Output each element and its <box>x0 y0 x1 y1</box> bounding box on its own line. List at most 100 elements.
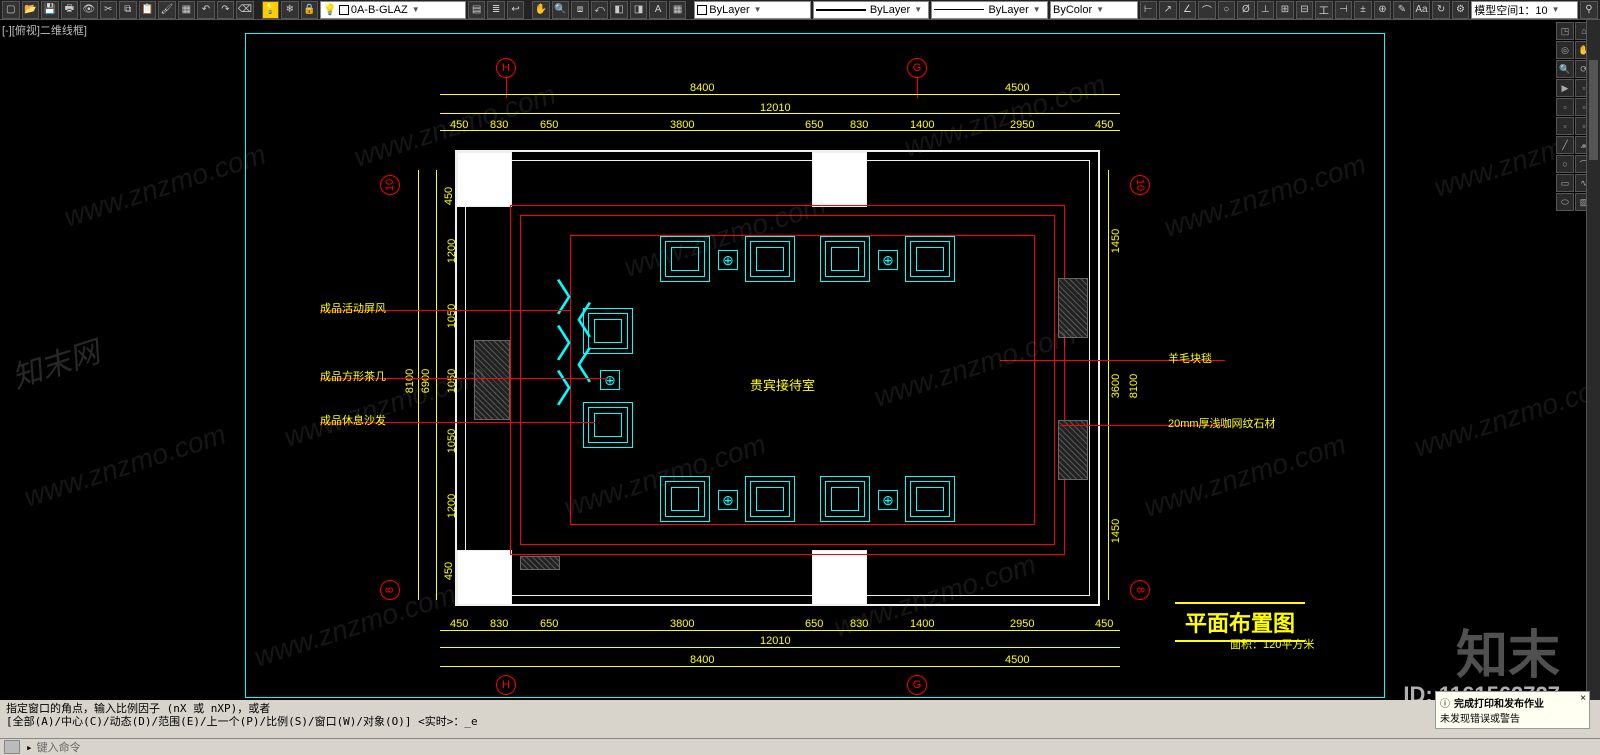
dim-value: 8100 <box>1128 374 1140 398</box>
block-editor-icon[interactable]: ▦ <box>178 1 196 19</box>
copy-icon[interactable]: ⧉ <box>119 1 137 19</box>
tolerance-icon[interactable]: ± <box>1354 1 1372 19</box>
tool2-icon[interactable]: ◨ <box>630 1 648 19</box>
properties-icon[interactable]: A <box>649 1 667 19</box>
side-table <box>878 490 898 510</box>
dim-ordinate-icon[interactable]: ⊥ <box>1257 1 1275 19</box>
line-draw-icon[interactable]: ╱ <box>1556 136 1574 154</box>
dim-linear-icon[interactable]: ⊢ <box>1140 1 1158 19</box>
plotstyle-dropdown[interactable]: ByColor▼ <box>1050 1 1137 19</box>
zoom-prev-icon[interactable]: ⤺ <box>591 1 609 19</box>
dim-diameter-icon[interactable]: Ø <box>1237 1 1255 19</box>
drawing-viewport[interactable]: [-][俯视]二维线框] H G 10 8 10 8 8400 4500 120… <box>0 20 1600 700</box>
dim-edit-icon[interactable]: ✎ <box>1393 1 1411 19</box>
dim-arc-icon[interactable]: ⌒ <box>1198 1 1216 19</box>
dim-break-icon[interactable]: ⊣ <box>1335 1 1353 19</box>
dim-value: 450 <box>443 187 455 205</box>
layer-states-icon[interactable]: ≣ <box>487 1 505 19</box>
layer-lock-icon[interactable]: 🔒 <box>301 1 319 19</box>
grid-bubble-h-bot: H <box>496 675 516 695</box>
vertical-scrollbar[interactable] <box>1586 20 1600 700</box>
match-prop-icon[interactable]: 🖌 <box>158 1 176 19</box>
layer-prev-icon[interactable]: ↩ <box>507 1 525 19</box>
top-toolbar: ▢ 📂 💾 🖶 👁 ✂ ⧉ 📋 🖌 ▦ ↶ ↷ ⌫ 💡 ❄ 🔒 💡 0A-B-G… <box>0 0 1600 20</box>
zoom-realtime-icon[interactable]: 🔍 <box>552 1 570 19</box>
dim-radius-icon[interactable]: ○ <box>1218 1 1236 19</box>
anno-tool-icon[interactable]: ⚲ <box>1580 1 1598 19</box>
callout-stone: 20mm厚浅咖网纹石材 <box>1168 415 1276 431</box>
dim-value: 1400 <box>910 119 934 131</box>
center-mark-icon[interactable]: ⊕ <box>1374 1 1392 19</box>
layer-dropdown[interactable]: 💡 0A-B-GLAZ ▼ <box>320 1 466 19</box>
tool-d-icon[interactable]: ▫ <box>1556 117 1574 135</box>
plot-preview-icon[interactable]: 👁 <box>80 1 98 19</box>
dim-space-icon[interactable]: 工 <box>1315 1 1333 19</box>
ellipse-icon[interactable]: ⬭ <box>1556 193 1574 211</box>
zoom-window-icon[interactable]: ⧈ <box>571 1 589 19</box>
steering-wheel-icon[interactable]: ◎ <box>1556 41 1574 59</box>
dim-continue-icon[interactable]: ⊟ <box>1296 1 1314 19</box>
layer-tools-icon[interactable]: ▤ <box>468 1 486 19</box>
dim-update-icon[interactable]: ↻ <box>1432 1 1450 19</box>
command-placeholder: 键入命令 <box>37 739 81 755</box>
column <box>812 550 867 605</box>
paste-icon[interactable]: 📋 <box>139 1 157 19</box>
tool-b-icon[interactable]: ▫ <box>1556 98 1574 116</box>
circle-draw-icon[interactable]: ○ <box>1556 155 1574 173</box>
cut-icon[interactable]: ✂ <box>100 1 118 19</box>
pan-icon[interactable]: ✋ <box>532 1 550 19</box>
close-icon[interactable]: × <box>1580 693 1586 704</box>
print-icon[interactable]: 🖶 <box>61 1 79 19</box>
balloon-title: 完成打印和发布作业 <box>1454 695 1544 710</box>
showmotion-icon[interactable]: ▶ <box>1556 79 1574 97</box>
cmd-line-2: [全部(A)/中心(C)/动态(D)/范围(E)/上一个(P)/比例(S)/窗口… <box>6 715 1594 728</box>
dim-angular-icon[interactable]: ∠ <box>1179 1 1197 19</box>
color-dropdown[interactable]: ByLayer▼ <box>694 1 811 19</box>
dim-value: 4500 <box>1005 654 1029 666</box>
watermark: www.znzmo.com <box>1410 368 1600 463</box>
new-icon[interactable]: ▢ <box>2 1 20 19</box>
lineweight-dropdown[interactable]: ByLayer▼ <box>931 1 1048 19</box>
grid-bubble-h: H <box>496 58 516 78</box>
dim-chain-bot-inner <box>440 630 1120 631</box>
redo-icon[interactable]: ↷ <box>217 1 235 19</box>
dim-value: 8400 <box>690 654 714 666</box>
layer-freeze-icon[interactable]: ❄ <box>281 1 299 19</box>
command-input-row[interactable]: ▸ 键入命令 <box>0 738 1600 755</box>
floor-pattern-right-2 <box>1058 420 1088 480</box>
watermark: www.znzmo.com <box>60 138 270 233</box>
anno-scale-dropdown[interactable]: 模型空间1：10▼ <box>1471 1 1578 19</box>
undo-icon[interactable]: ↶ <box>197 1 215 19</box>
grid-bubble-8-r: 8 <box>1130 580 1150 600</box>
grid-line <box>917 78 918 98</box>
viewcube-icon[interactable]: ◳ <box>1556 22 1574 40</box>
layer-lightbulb-icon[interactable]: 💡 <box>262 1 280 19</box>
grid-bubble-10-l: 10 <box>380 175 400 195</box>
dim-aligned-icon[interactable]: ↗ <box>1159 1 1177 19</box>
view-controls-label[interactable]: [-][俯视]二维线框] <box>2 22 87 38</box>
dim-value: 12010 <box>760 102 791 114</box>
dim-style-icon[interactable]: ⚙ <box>1452 1 1470 19</box>
floor-pattern-right-1 <box>1058 278 1088 338</box>
zoom-tool-icon[interactable]: 🔍 <box>1556 60 1574 78</box>
floor-pattern-left <box>474 340 510 420</box>
dim-chain-bot-outer <box>440 666 1120 667</box>
save-icon[interactable]: 💾 <box>41 1 59 19</box>
dim-tedit-icon[interactable]: Aa <box>1413 1 1431 19</box>
folding-screen: 〉〈〉〈〉 <box>555 288 593 402</box>
dim-value: 3800 <box>670 618 694 630</box>
dim-baseline-icon[interactable]: ⊞ <box>1276 1 1294 19</box>
column <box>457 152 512 207</box>
open-icon[interactable]: 📂 <box>22 1 40 19</box>
dim-value: 1450 <box>1110 519 1122 543</box>
dim-chain-left <box>436 170 437 600</box>
eraser-icon[interactable]: ⌫ <box>236 1 254 19</box>
dim-value: 830 <box>850 119 868 131</box>
linetype-dropdown[interactable]: ByLayer▼ <box>813 1 930 19</box>
callout-screen: 成品活动屏风 <box>320 300 386 316</box>
plot-notification-balloon[interactable]: × ⓘ完成打印和发布作业 未发现错误或警告 <box>1435 691 1590 729</box>
tool1-icon[interactable]: ◧ <box>610 1 628 19</box>
rect-draw-icon[interactable]: ▭ <box>1556 174 1574 192</box>
dsviewer-icon[interactable]: ▦ <box>669 1 687 19</box>
sofa-bottom <box>820 476 870 522</box>
